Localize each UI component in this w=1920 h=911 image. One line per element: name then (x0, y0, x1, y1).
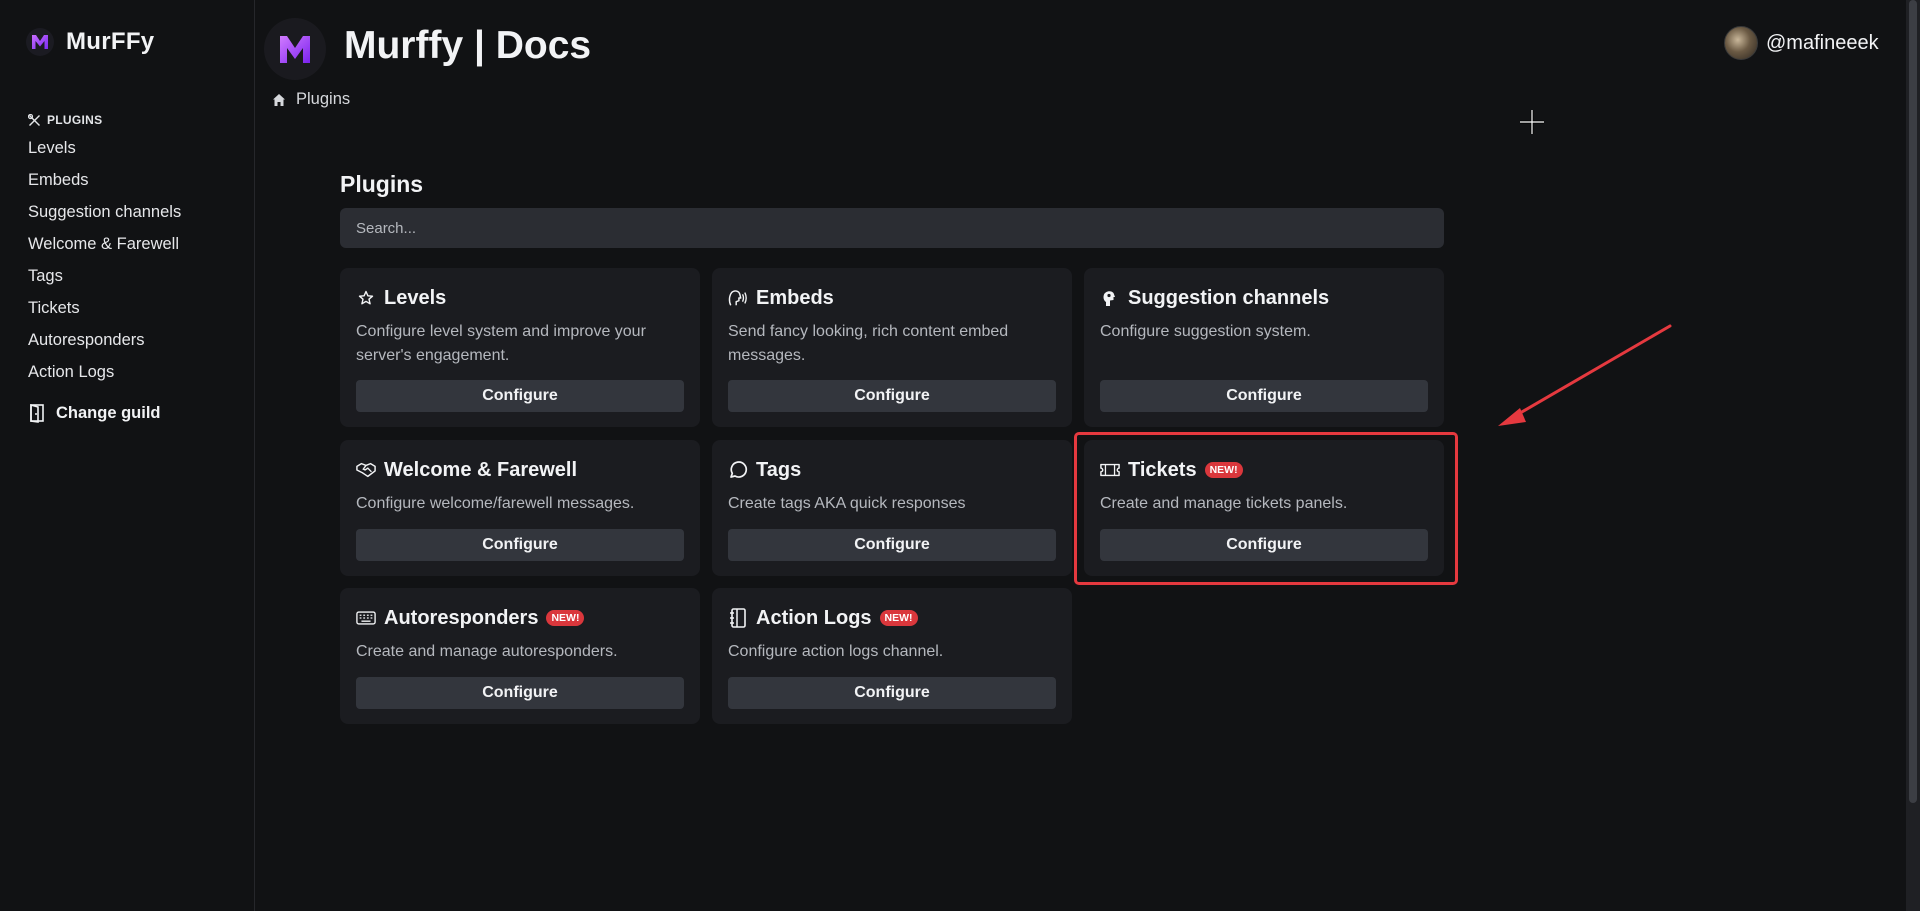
handshake-icon (356, 460, 376, 480)
breadcrumb-current[interactable]: Plugins (296, 90, 350, 109)
scrollbar[interactable] (1906, 0, 1920, 911)
sidebar-item-autoresponders[interactable]: Autoresponders (28, 328, 181, 360)
sidebar-item-suggestion-channels[interactable]: Suggestion channels (28, 200, 181, 232)
configure-suggestion-channels-button[interactable]: Configure (1100, 380, 1428, 412)
card-title: Action Logs (756, 606, 872, 629)
user-menu[interactable]: @mafineeek (1724, 26, 1879, 60)
plugin-card-embeds: Embeds Send fancy looking, rich content … (712, 268, 1072, 427)
card-title: Welcome & Farewell (384, 458, 578, 481)
plugin-card-action-logs: Action Logs NEW! Configure action logs c… (712, 588, 1072, 724)
card-title: Levels (384, 286, 447, 309)
plugin-card-levels: Levels Configure level system and improv… (340, 268, 700, 427)
card-title: Embeds (756, 286, 834, 309)
highlight-box (1074, 432, 1458, 585)
card-description: Configure level system and improve your … (356, 323, 646, 364)
sidebar-item-tags[interactable]: Tags (28, 264, 181, 296)
plugin-card-tags: Tags Create tags AKA quick responses Con… (712, 440, 1072, 576)
keyboard-icon (356, 608, 376, 628)
card-description: Create tags AKA quick responses (728, 495, 966, 512)
configure-levels-button[interactable]: Configure (356, 380, 684, 412)
notebook-icon (728, 608, 748, 628)
configure-tags-button[interactable]: Configure (728, 529, 1056, 561)
scrollbar-thumb[interactable] (1909, 0, 1917, 803)
breadcrumb: Plugins (272, 90, 350, 109)
crosshair-cursor-icon (1520, 110, 1544, 134)
card-title: Autoresponders (384, 606, 539, 629)
card-description: Send fancy looking, rich content embed m… (728, 323, 1009, 364)
card-description: Configure suggestion system. (1100, 323, 1311, 340)
card-title: Suggestion channels (1128, 286, 1330, 309)
configure-embeds-button[interactable]: Configure (728, 380, 1056, 412)
speaker-head-icon (728, 288, 748, 308)
configure-action-logs-button[interactable]: Configure (728, 677, 1056, 709)
plugin-card-autoresponders: Autoresponders NEW! Create and manage au… (340, 588, 700, 724)
plugin-card-welcome-farewell: Welcome & Farewell Configure welcome/far… (340, 440, 700, 576)
configure-welcome-farewell-button[interactable]: Configure (356, 529, 684, 561)
annotation-arrow-icon (1498, 324, 1672, 426)
section-label: PLUGINS (47, 113, 103, 127)
new-badge: NEW! (879, 610, 918, 626)
plugin-search-input[interactable] (340, 208, 1444, 248)
change-guild-link[interactable]: Change guild (28, 403, 161, 423)
murffy-logo-icon (26, 28, 54, 56)
sidebar-nav: Levels Embeds Suggestion channels Welcom… (28, 136, 181, 392)
card-description: Configure welcome/farewell messages. (356, 495, 635, 512)
sidebar-item-tickets[interactable]: Tickets (28, 296, 181, 328)
plugins-title: Plugins (340, 171, 424, 197)
star-icon (356, 288, 376, 308)
docs-logo-icon (264, 18, 326, 80)
card-description: Create and manage autoresponders. (356, 643, 618, 660)
brand[interactable]: MurFFy (26, 28, 154, 56)
plugins-section-header: PLUGINS (28, 113, 102, 127)
change-guild-label: Change guild (56, 403, 161, 422)
tools-icon (28, 113, 40, 126)
sidebar-item-embeds[interactable]: Embeds (28, 168, 181, 200)
home-icon[interactable] (272, 93, 286, 107)
page-header-title: Murffy | Docs (344, 24, 592, 67)
sidebar-item-action-logs[interactable]: Action Logs (28, 360, 181, 392)
sidebar-item-levels[interactable]: Levels (28, 136, 181, 168)
sidebar-item-welcome-farewell[interactable]: Welcome & Farewell (28, 232, 181, 264)
message-circle-icon (728, 460, 748, 480)
door-icon (30, 403, 44, 423)
card-description: Configure action logs channel. (728, 643, 944, 660)
configure-autoresponders-button[interactable]: Configure (356, 677, 684, 709)
avatar (1724, 26, 1758, 60)
sidebar: MurFFy PLUGINS Levels Embeds Suggestion … (0, 0, 255, 911)
new-badge: NEW! (546, 610, 585, 626)
plugin-card-suggestion-channels: Suggestion channels Configure suggestion… (1084, 268, 1444, 427)
head-icon (1100, 288, 1120, 308)
username: @mafineeek (1766, 31, 1879, 54)
card-title: Tags (756, 458, 802, 481)
brand-name: MurFFy (66, 28, 155, 55)
